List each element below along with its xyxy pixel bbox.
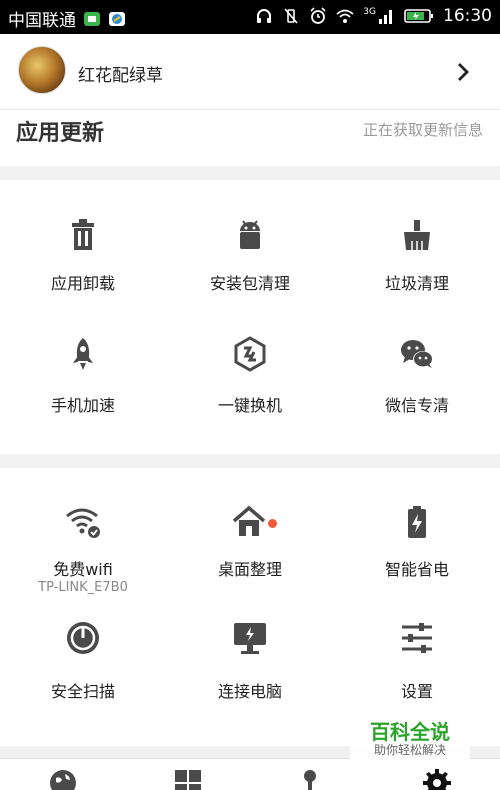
junk-clean-label: 垃圾清理 [384,274,449,293]
desktop-organize-button[interactable]: 桌面整理 [167,488,333,600]
headphone-icon [257,9,272,23]
power-saving-button[interactable]: 智能省电 [334,488,500,600]
phone-boost-button[interactable]: 手机加速 [0,322,166,422]
globe-nav-icon[interactable] [48,768,78,790]
battery-status-icon [404,9,433,23]
app-uninstall-label: 应用卸载 [50,274,115,293]
watermark-logo: 百科全说 助你轻松解决 [350,706,470,762]
tools-card-2: 免费wifi TP-LINK_E7B0 桌面整理 智能省电 安全扫描 连接电脑 … [0,468,500,746]
phone-switch-label: 一键换机 [217,396,282,415]
notification-dot [268,519,277,528]
person-nav-icon[interactable] [295,768,325,790]
chevron-right-icon[interactable] [452,61,474,83]
watermark-subtitle: 助你轻松解决 [373,743,446,757]
alarm-icon [310,7,326,24]
phone-boost-label: 手机加速 [50,396,115,415]
wifi-check-icon [66,508,100,538]
wifi-network-name: TP-LINK_E7B0 [38,580,128,595]
app-update-row[interactable]: 应用更新 正在获取更新信息 [0,110,500,166]
security-scan-label: 安全扫描 [50,682,115,701]
app-notification-icon [84,11,100,26]
wifi-status-icon [336,9,354,23]
connect-pc-button[interactable]: 连接电脑 [167,606,333,706]
apps-grid-nav-icon[interactable] [173,768,203,790]
trash-icon [72,219,94,250]
gear-nav-icon[interactable] [422,768,452,790]
browser-notification-icon [109,11,125,26]
android-icon [240,220,260,249]
desktop-organize-label: 桌面整理 [217,560,282,579]
tools-card-1: 应用卸载 安装包清理 垃圾清理 手机加速 一键换机 微信专清 [0,180,500,454]
rocket-icon [73,338,93,370]
wechat-clean-label: 微信专清 [384,396,449,415]
settings-button[interactable]: 设置 [334,606,500,706]
free-wifi-button[interactable]: 免费wifi TP-LINK_E7B0 [0,488,166,600]
power-saving-label: 智能省电 [384,560,449,579]
junk-clean-button[interactable]: 垃圾清理 [334,200,500,300]
clock-label: 16:30 [443,6,492,26]
status-bar: 中国联通 3G 16:30 [0,0,500,34]
connect-pc-label: 连接电脑 [217,682,282,701]
wechat-clean-button[interactable]: 微信专清 [334,322,500,422]
phone-switch-button[interactable]: 一键换机 [167,322,333,422]
avatar[interactable] [18,46,66,94]
app-update-title: 应用更新 [16,121,105,146]
network-type-label: 3G [363,7,376,17]
scan-icon [67,622,99,654]
app-uninstall-button[interactable]: 应用卸载 [0,200,166,300]
settings-label: 设置 [400,682,433,701]
app-update-status: 正在获取更新信息 [362,121,483,139]
profile-name: 红花配绿草 [78,66,163,86]
apk-clean-button[interactable]: 安装包清理 [167,200,333,300]
apk-clean-label: 安装包清理 [209,274,290,293]
security-scan-button[interactable]: 安全扫描 [0,606,166,706]
switch-phone-icon [234,336,266,372]
broom-icon [404,220,430,250]
profile-row[interactable]: 红花配绿草 [0,34,500,110]
signal-icon [379,10,392,24]
home-icon [232,505,266,536]
monitor-icon [234,623,266,654]
bottom-nav [0,758,500,790]
wechat-icon [401,340,433,368]
vibrate-off-icon [284,8,298,24]
settings-sliders-icon [402,623,432,653]
carrier-label: 中国联通 [8,11,76,31]
battery-icon [408,506,426,538]
free-wifi-label: 免费wifi [53,560,113,579]
